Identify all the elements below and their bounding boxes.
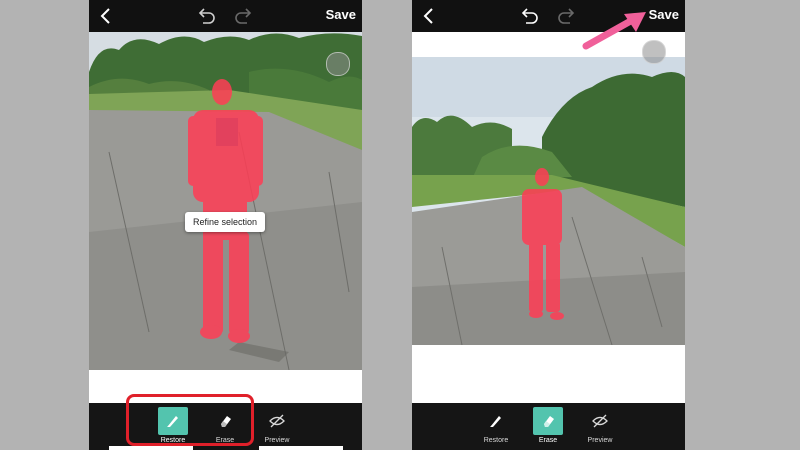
brush-icon	[490, 416, 501, 427]
preview-label: Preview	[264, 437, 290, 444]
back-arrow-icon[interactable]	[95, 5, 117, 27]
photo-canvas[interactable]: Refine selection	[89, 32, 362, 370]
photo-image	[89, 32, 362, 370]
restore-tool-button[interactable]: Restore	[474, 407, 518, 449]
annotation-highlight-box	[126, 394, 254, 446]
save-button[interactable]: Save	[649, 7, 679, 22]
undo-icon[interactable]	[195, 5, 217, 27]
preview-tool-button[interactable]: Preview	[578, 407, 622, 449]
redo-icon[interactable]	[556, 5, 578, 27]
refine-selection-popup[interactable]: Refine selection	[185, 212, 266, 232]
undo-icon[interactable]	[518, 5, 540, 27]
right-phone-screen: Save Restore Erase Preview	[412, 0, 685, 450]
back-arrow-icon[interactable]	[418, 5, 440, 27]
erase-tool-button[interactable]: Erase	[526, 407, 570, 449]
eye-slash-icon	[269, 414, 285, 428]
bottom-toolbar: Restore Erase Preview	[412, 403, 685, 450]
photo-image	[412, 57, 685, 345]
top-toolbar: Save	[89, 0, 362, 32]
eraser-icon	[544, 416, 554, 427]
erase-label: Erase	[538, 437, 558, 444]
restore-label: Restore	[483, 437, 509, 444]
home-indicator	[109, 446, 193, 450]
save-button[interactable]: Save	[326, 7, 356, 22]
left-phone-screen: Save Refine selection Restore Erase Prev…	[89, 0, 362, 450]
preview-tool-button[interactable]: Preview	[255, 407, 299, 449]
eye-slash-icon	[592, 414, 608, 428]
redo-icon[interactable]	[233, 5, 255, 27]
floating-circle-button[interactable]	[326, 52, 350, 76]
annotation-arrow-icon	[582, 12, 646, 50]
preview-label: Preview	[587, 437, 613, 444]
photo-canvas[interactable]	[412, 57, 685, 345]
home-indicator	[259, 446, 343, 450]
